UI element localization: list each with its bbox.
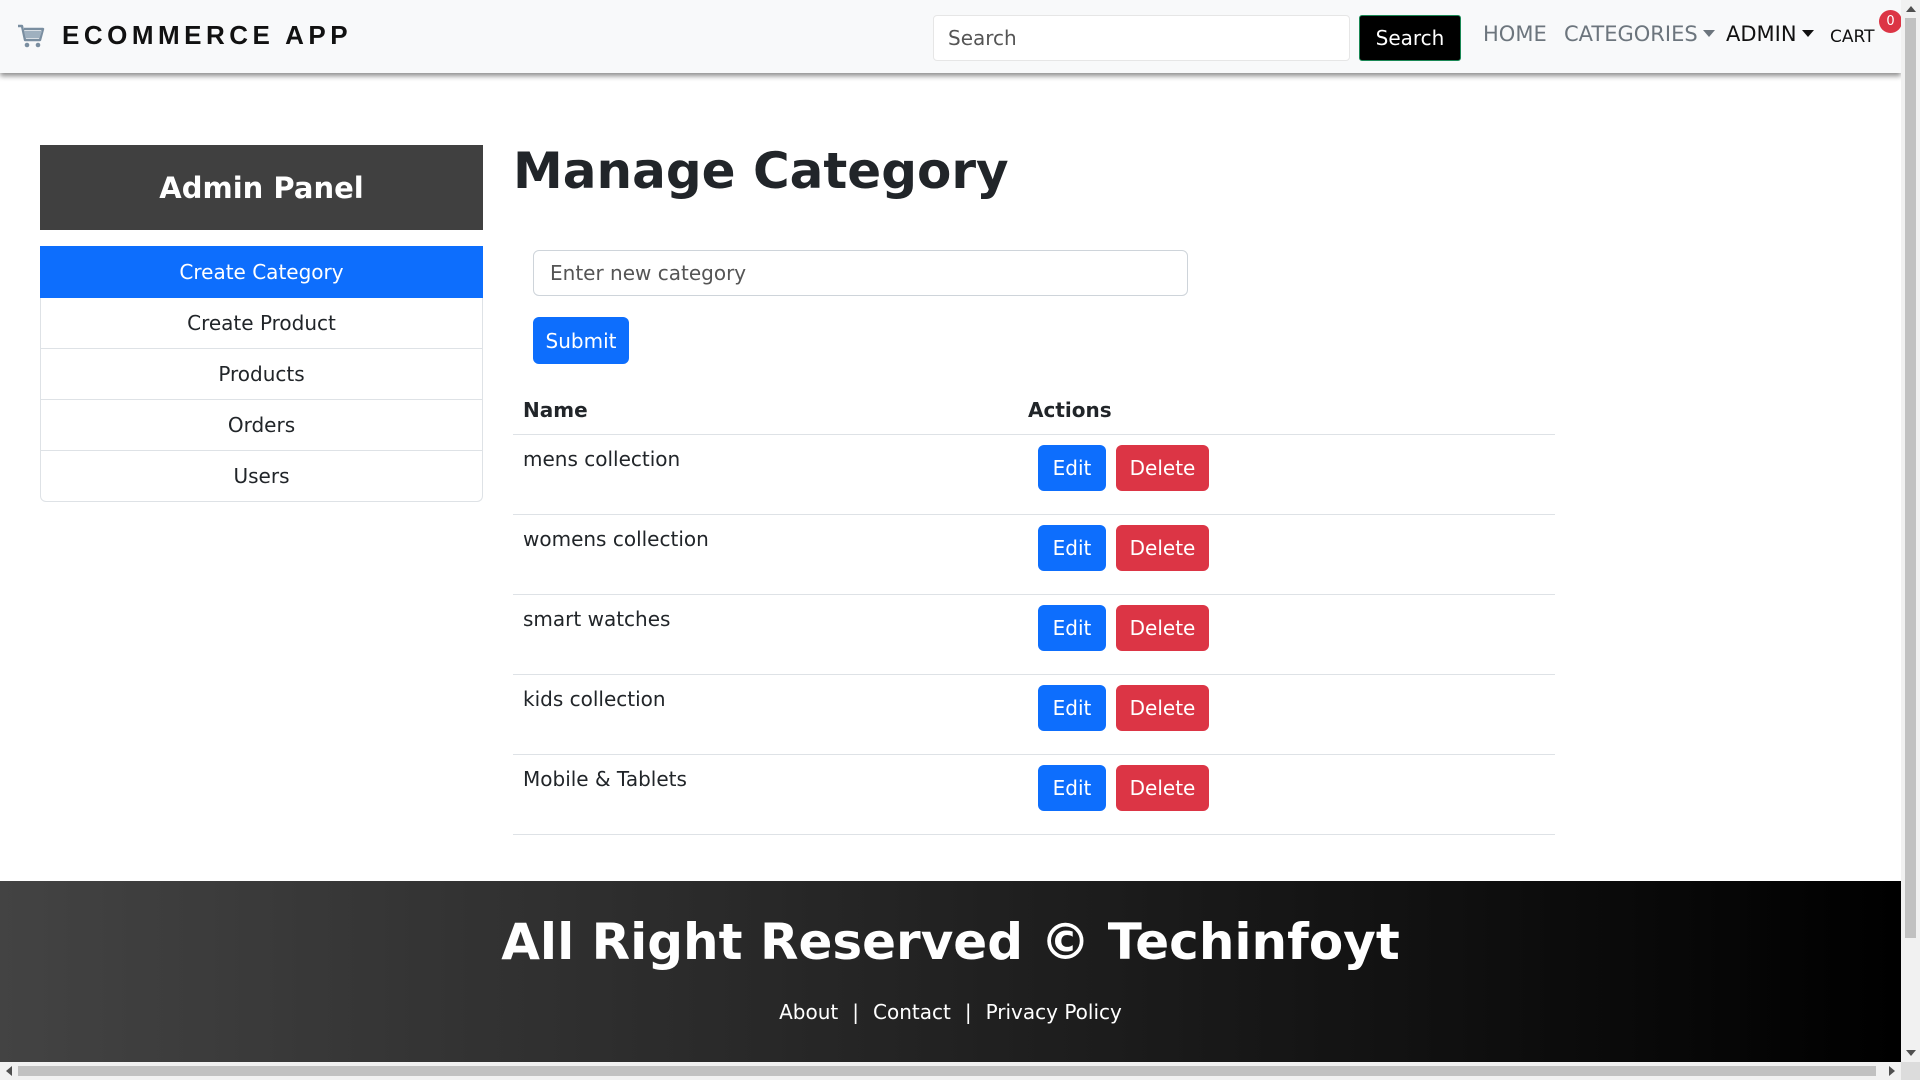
delete-button[interactable]: Delete: [1116, 445, 1209, 491]
horizontal-scrollbar[interactable]: [0, 1062, 1901, 1080]
category-name: kids collection: [513, 674, 1018, 755]
nav-categories-dropdown[interactable]: CATEGORIES: [1564, 22, 1715, 46]
admin-panel-title: Admin Panel: [40, 145, 483, 230]
page-viewport: ECOMMERCE APP Search HOME CATEGORIES ADM…: [0, 0, 1901, 1062]
nav-categories-label: CATEGORIES: [1564, 22, 1698, 46]
scroll-left-arrow-icon[interactable]: [6, 1066, 12, 1076]
footer-links: About | Contact | Privacy Policy: [0, 1000, 1901, 1024]
top-navbar: ECOMMERCE APP Search HOME CATEGORIES ADM…: [0, 0, 1901, 73]
table-row: smart watches Edit Delete: [513, 594, 1555, 675]
search-input[interactable]: [933, 15, 1350, 61]
category-name: mens collection: [513, 434, 1018, 515]
column-header-name: Name: [513, 386, 1018, 435]
footer-link-privacy-policy[interactable]: Privacy Policy: [986, 1000, 1122, 1024]
brand-link[interactable]: ECOMMERCE APP: [16, 17, 352, 53]
footer-link-contact[interactable]: Contact: [873, 1000, 951, 1024]
footer-link-about[interactable]: About: [779, 1000, 838, 1024]
shopping-cart-icon: [16, 20, 46, 50]
footer-separator: |: [964, 1000, 972, 1024]
scroll-down-arrow-icon[interactable]: [1906, 1050, 1916, 1056]
delete-button[interactable]: Delete: [1116, 605, 1209, 651]
menu-item-orders[interactable]: Orders: [40, 400, 483, 451]
column-header-actions: Actions: [1018, 386, 1555, 435]
category-name: womens collection: [513, 514, 1018, 595]
delete-button[interactable]: Delete: [1116, 685, 1209, 731]
row-actions: Edit Delete: [1018, 514, 1555, 595]
row-actions: Edit Delete: [1018, 434, 1555, 515]
category-table: Name Actions mens collection Edit Delete …: [513, 386, 1555, 835]
category-name: smart watches: [513, 594, 1018, 675]
table-row: womens collection Edit Delete: [513, 514, 1555, 595]
chevron-down-icon: [1801, 29, 1814, 37]
menu-item-products[interactable]: Products: [40, 349, 483, 400]
chevron-down-icon: [1702, 29, 1715, 37]
row-actions: Edit Delete: [1018, 674, 1555, 755]
vertical-scroll-thumb[interactable]: [1905, 18, 1916, 938]
table-row: Mobile & Tablets Edit Delete: [513, 754, 1555, 835]
nav-admin-label: ADMIN: [1726, 22, 1797, 46]
delete-button[interactable]: Delete: [1116, 525, 1209, 571]
edit-button[interactable]: Edit: [1038, 445, 1106, 491]
scroll-up-arrow-icon[interactable]: [1906, 6, 1916, 12]
edit-button[interactable]: Edit: [1038, 525, 1106, 571]
edit-button[interactable]: Edit: [1038, 765, 1106, 811]
footer-copyright: All Right Reserved © Techinfoyt: [501, 913, 1400, 971]
table-row: mens collection Edit Delete: [513, 434, 1555, 515]
menu-item-users[interactable]: Users: [40, 451, 483, 502]
page-title: Manage Category: [513, 142, 1009, 200]
scroll-right-arrow-icon[interactable]: [1889, 1066, 1895, 1076]
horizontal-scroll-thumb[interactable]: [18, 1066, 1876, 1076]
admin-menu: Create Category Create Product Products …: [40, 246, 483, 502]
table-row: kids collection Edit Delete: [513, 674, 1555, 755]
delete-button[interactable]: Delete: [1116, 765, 1209, 811]
brand-name: ECOMMERCE APP: [62, 19, 353, 50]
search-button[interactable]: Search: [1359, 15, 1461, 61]
nav-admin-dropdown[interactable]: ADMIN: [1726, 22, 1814, 46]
submit-button[interactable]: Submit: [533, 317, 629, 364]
scrollbar-corner: [1901, 1062, 1920, 1080]
table-header-row: Name Actions: [513, 386, 1555, 435]
vertical-scrollbar[interactable]: [1901, 0, 1920, 1062]
menu-item-create-product[interactable]: Create Product: [40, 298, 483, 349]
menu-item-create-category[interactable]: Create Category: [40, 246, 483, 298]
nav-home-link[interactable]: HOME: [1483, 22, 1547, 46]
cart-count-badge: 0: [1879, 10, 1901, 33]
edit-button[interactable]: Edit: [1038, 605, 1106, 651]
edit-button[interactable]: Edit: [1038, 685, 1106, 731]
row-actions: Edit Delete: [1018, 594, 1555, 675]
new-category-input[interactable]: [533, 250, 1188, 296]
row-actions: Edit Delete: [1018, 754, 1555, 835]
page-footer: All Right Reserved © Techinfoyt About | Co…: [0, 881, 1901, 1062]
footer-separator: |: [852, 1000, 859, 1024]
nav-cart-link[interactable]: CART: [1830, 27, 1874, 47]
category-name: Mobile & Tablets: [513, 754, 1018, 835]
